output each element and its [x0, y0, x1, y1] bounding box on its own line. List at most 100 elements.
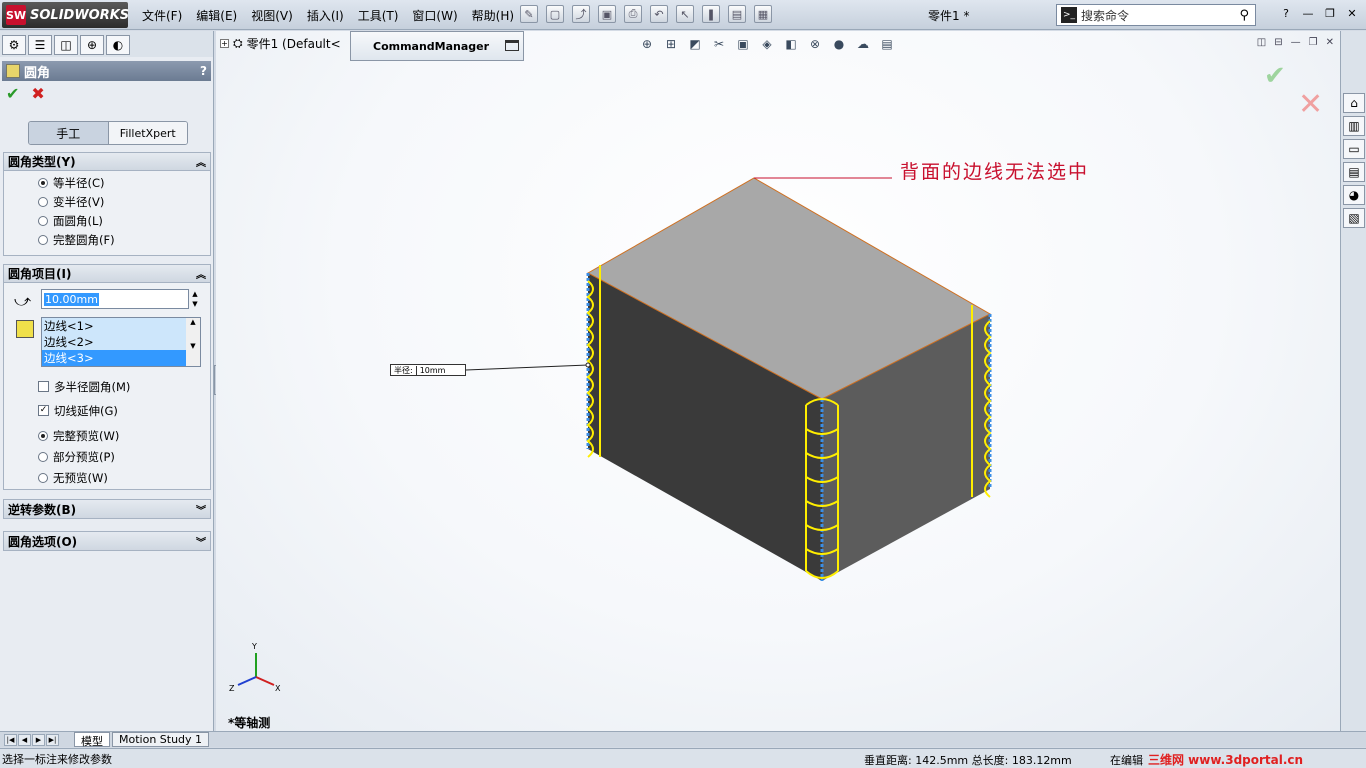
tab-nav-arrows: |◀ ◀ ▶ ▶| — [4, 733, 72, 746]
collapse-chevron-icon[interactable]: ︽ — [196, 154, 206, 169]
fillet-type-header[interactable]: 圆角类型(Y) ︽ — [4, 153, 210, 171]
solidworks-logo[interactable]: SW SOLIDWORKS — [2, 2, 129, 28]
checkbox-checked[interactable]: ✓ — [38, 405, 49, 416]
checkbox-label: 多半径圆角(M) — [54, 379, 131, 394]
file-properties-icon[interactable]: ▤ — [728, 5, 746, 23]
menu-window[interactable]: 窗口(W) — [412, 7, 457, 24]
view-palette-icon[interactable]: ▤ — [1343, 162, 1365, 182]
confirm-row: ✔ ✖ — [0, 81, 213, 105]
save-icon[interactable]: ▣ — [598, 5, 616, 23]
radio-no-preview[interactable]: 无预览(W) — [4, 467, 212, 488]
list-scrollbar[interactable]: ▲ ▼ — [186, 318, 200, 366]
fillet-options-header[interactable]: 圆角选项(O) ︾ — [4, 532, 210, 550]
first-tab-icon[interactable]: |◀ — [4, 733, 17, 746]
search-commands[interactable]: >_ 搜索命令 ⚲ — [1056, 4, 1256, 26]
tab-manual[interactable]: 手工 — [29, 122, 109, 144]
view-orientation-label: *等轴测 — [228, 716, 271, 730]
fillet-icon — [6, 64, 20, 78]
custom-properties-icon[interactable]: ▧ — [1343, 208, 1365, 228]
open-icon[interactable]: ⤴ — [572, 5, 590, 23]
radio-button[interactable] — [38, 472, 48, 483]
manager-tabs: ⚙ ☰ ◫ ⊕ ◐ — [0, 31, 213, 57]
menu-insert[interactable]: 插入(I) — [307, 7, 344, 24]
property-manager-tab-icon[interactable]: ☰ — [28, 35, 52, 55]
radius-spinner[interactable]: ▲ ▼ — [190, 289, 200, 309]
prev-tab-icon[interactable]: ◀ — [18, 733, 31, 746]
menu-view[interactable]: 视图(V) — [251, 7, 293, 24]
annotation-note: 背面的边线无法选中 — [900, 161, 1090, 183]
fillet-items-header[interactable]: 圆角项目(I) ︽ — [4, 265, 210, 283]
close-icon[interactable]: ✕ — [1344, 5, 1360, 21]
radio-partial-preview[interactable]: 部分预览(P) — [4, 446, 212, 467]
fillet-title: 圆角 — [24, 65, 51, 81]
dimension-value[interactable]: 10mm — [415, 365, 465, 375]
help-question-icon[interactable]: ? — [200, 64, 207, 78]
search-input[interactable]: 搜索命令 — [1081, 7, 1239, 24]
configuration-manager-tab-icon[interactable]: ◫ — [54, 35, 78, 55]
minimize-icon[interactable]: — — [1300, 5, 1316, 21]
radio-button[interactable] — [38, 430, 48, 441]
reverse-params-group[interactable]: 逆转参数(B) ︾ — [3, 499, 211, 519]
title-bar: SW SOLIDWORKS 文件(F) 编辑(E) 视图(V) 插入(I) 工具… — [0, 0, 1366, 30]
fillet-options-group[interactable]: 圆角选项(O) ︾ — [3, 531, 211, 551]
tab-model[interactable]: 模型 — [74, 732, 110, 748]
radio-label: 完整预览(W) — [53, 428, 120, 443]
design-library-icon[interactable]: ▥ — [1343, 116, 1365, 136]
radius-dimension-callout[interactable]: 半径: 10mm — [390, 364, 466, 376]
file-explorer-icon[interactable]: ▭ — [1343, 139, 1365, 159]
ok-check-icon[interactable]: ✔ — [6, 84, 19, 103]
help-icon[interactable]: ? — [1278, 5, 1294, 21]
radio-variable-radius[interactable]: 变半径(V) — [4, 192, 210, 211]
radio-button[interactable] — [38, 234, 48, 245]
last-tab-icon[interactable]: ▶| — [46, 733, 59, 746]
radio-face-fillet[interactable]: 面圆角(L) — [4, 211, 210, 230]
expand-chevron-icon[interactable]: ︾ — [196, 534, 206, 549]
radio-full-round[interactable]: 完整圆角(F) — [4, 230, 210, 249]
edge-selection-list[interactable]: 边线<1> 边线<2> 边线<3> ▲ ▼ — [41, 317, 201, 367]
undo-icon[interactable]: ↶ — [650, 5, 668, 23]
display-manager-tab-icon[interactable]: ◐ — [106, 35, 130, 55]
options-icon[interactable]: ▦ — [754, 5, 772, 23]
model-canvas: Y X Z — [229, 177, 992, 693]
menu-help[interactable]: 帮助(H) — [472, 7, 514, 24]
menu-file[interactable]: 文件(F) — [142, 7, 182, 24]
expand-chevron-icon[interactable]: ︾ — [196, 502, 206, 517]
select-icon[interactable]: ↖ — [676, 5, 694, 23]
list-item[interactable]: 边线<3> — [42, 350, 200, 366]
collapse-chevron-icon[interactable]: ︽ — [196, 266, 206, 281]
checkbox-label: 切线延伸(G) — [54, 403, 118, 418]
pin-icon[interactable]: ✎ — [520, 5, 538, 23]
print-icon[interactable]: ⎙ — [624, 5, 642, 23]
dimension-anchor — [585, 362, 591, 368]
list-item[interactable]: 边线<1> — [42, 318, 200, 334]
tab-filletxpert[interactable]: FilletXpert — [108, 122, 187, 144]
radius-input[interactable]: 10.00mm — [41, 289, 189, 309]
rebuild-icon[interactable]: ❚ — [702, 5, 720, 23]
graphics-area[interactable]: + ⛭ 零件1 (Default< CommandManager ⊕ ⊞ ◩ ✂… — [216, 31, 1340, 731]
dimxpert-manager-tab-icon[interactable]: ⊕ — [80, 35, 104, 55]
checkbox[interactable] — [38, 381, 49, 392]
list-item[interactable]: 边线<2> — [42, 334, 200, 350]
checkbox-multi-radius[interactable]: 多半径圆角(M) — [4, 377, 212, 396]
fillet-mode-tabs: 手工 FilletXpert — [28, 121, 188, 145]
radio-button[interactable] — [38, 451, 48, 462]
reverse-params-header[interactable]: 逆转参数(B) ︾ — [4, 500, 210, 518]
radio-full-preview[interactable]: 完整预览(W) — [4, 425, 212, 446]
radio-constant-radius[interactable]: 等半径(C) — [4, 173, 210, 192]
restore-icon[interactable]: ❐ — [1322, 5, 1338, 21]
radio-button[interactable] — [38, 177, 48, 188]
search-icon[interactable]: ⚲ — [1239, 8, 1249, 23]
checkbox-tangent-propagation[interactable]: ✓ 切线延伸(G) — [4, 401, 212, 420]
feature-manager-tab-icon[interactable]: ⚙ — [2, 35, 26, 55]
status-bar: 选择一标注来修改参数 垂直距离: 142.5mm 总长度: 183.12mm 在… — [0, 748, 1366, 768]
tab-motion-study[interactable]: Motion Study 1 — [112, 732, 210, 747]
menu-edit[interactable]: 编辑(E) — [196, 7, 237, 24]
solidworks-resources-icon[interactable]: ⌂ — [1343, 93, 1365, 113]
menu-tools[interactable]: 工具(T) — [358, 7, 399, 24]
appearances-icon[interactable]: ◕ — [1343, 185, 1365, 205]
radio-button[interactable] — [38, 196, 48, 207]
cancel-x-icon[interactable]: ✖ — [31, 84, 44, 103]
new-document-icon[interactable]: ▢ — [546, 5, 564, 23]
radio-button[interactable] — [38, 215, 48, 226]
next-tab-icon[interactable]: ▶ — [32, 733, 45, 746]
